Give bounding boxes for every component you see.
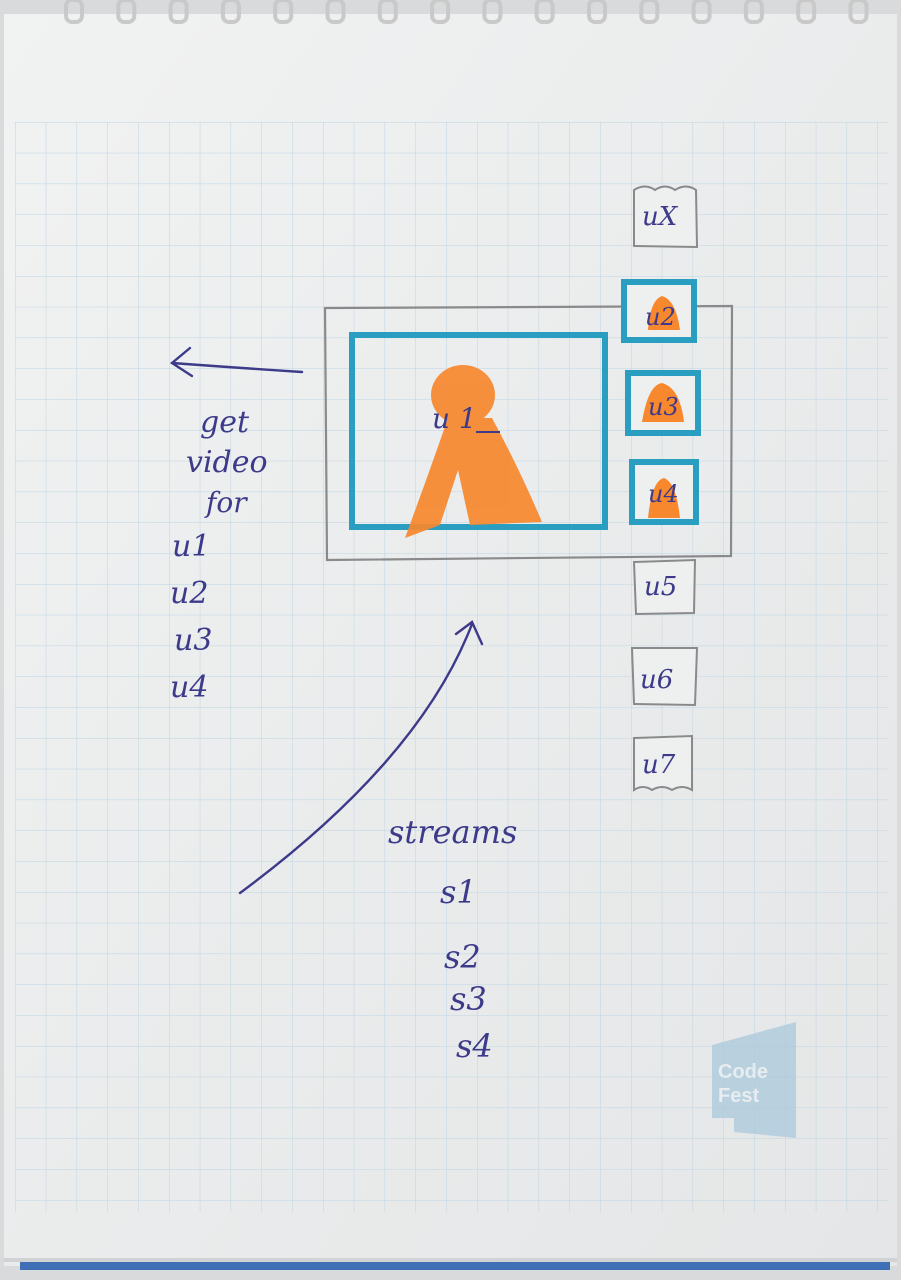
left-note-line-video: video (186, 445, 268, 480)
svg-text:u7: u7 (642, 750, 676, 780)
thumbnail-u5[interactable]: u5 (632, 558, 697, 616)
main-video-label: u 1 (432, 402, 477, 435)
svg-text:u6: u6 (640, 665, 673, 695)
stream-s4: s4 (456, 1027, 493, 1065)
left-note-line-get: get (200, 405, 250, 440)
stream-s3: s3 (450, 980, 487, 1018)
page-edge-bottom (20, 1262, 890, 1270)
svg-text:u3: u3 (648, 393, 679, 421)
svg-text:uX: uX (642, 202, 679, 232)
svg-text:Code: Code (718, 1061, 768, 1083)
left-note-line-for: for (204, 486, 248, 519)
svg-text:Fest: Fest (718, 1085, 759, 1107)
thumbnail-u7[interactable]: u7 (633, 734, 693, 792)
left-note-line-u3: u3 (174, 623, 212, 658)
thumbnail-uX[interactable]: uX (633, 185, 699, 249)
stream-s1: s1 (440, 873, 477, 911)
stream-s2: s2 (444, 938, 481, 976)
streams-title: streams (388, 813, 517, 851)
svg-text:u5: u5 (644, 572, 677, 602)
left-note-line-u1: u1 (172, 529, 210, 564)
svg-text:u2: u2 (645, 303, 676, 331)
thumbnail-u4[interactable]: u4 (629, 459, 699, 525)
thumbnail-u3[interactable]: u3 (625, 370, 701, 436)
left-note-line-u4: u4 (170, 670, 208, 705)
svg-text:u4: u4 (648, 480, 679, 508)
left-note-line-u2: u2 (170, 576, 208, 611)
thumbnail-u6[interactable]: u6 (630, 647, 699, 707)
notebook-sketch: u 1 uX u2 u3 u4 u5 u6 u7 get video for u… (4, 0, 901, 1270)
thumbnail-u2[interactable]: u2 (621, 279, 697, 343)
